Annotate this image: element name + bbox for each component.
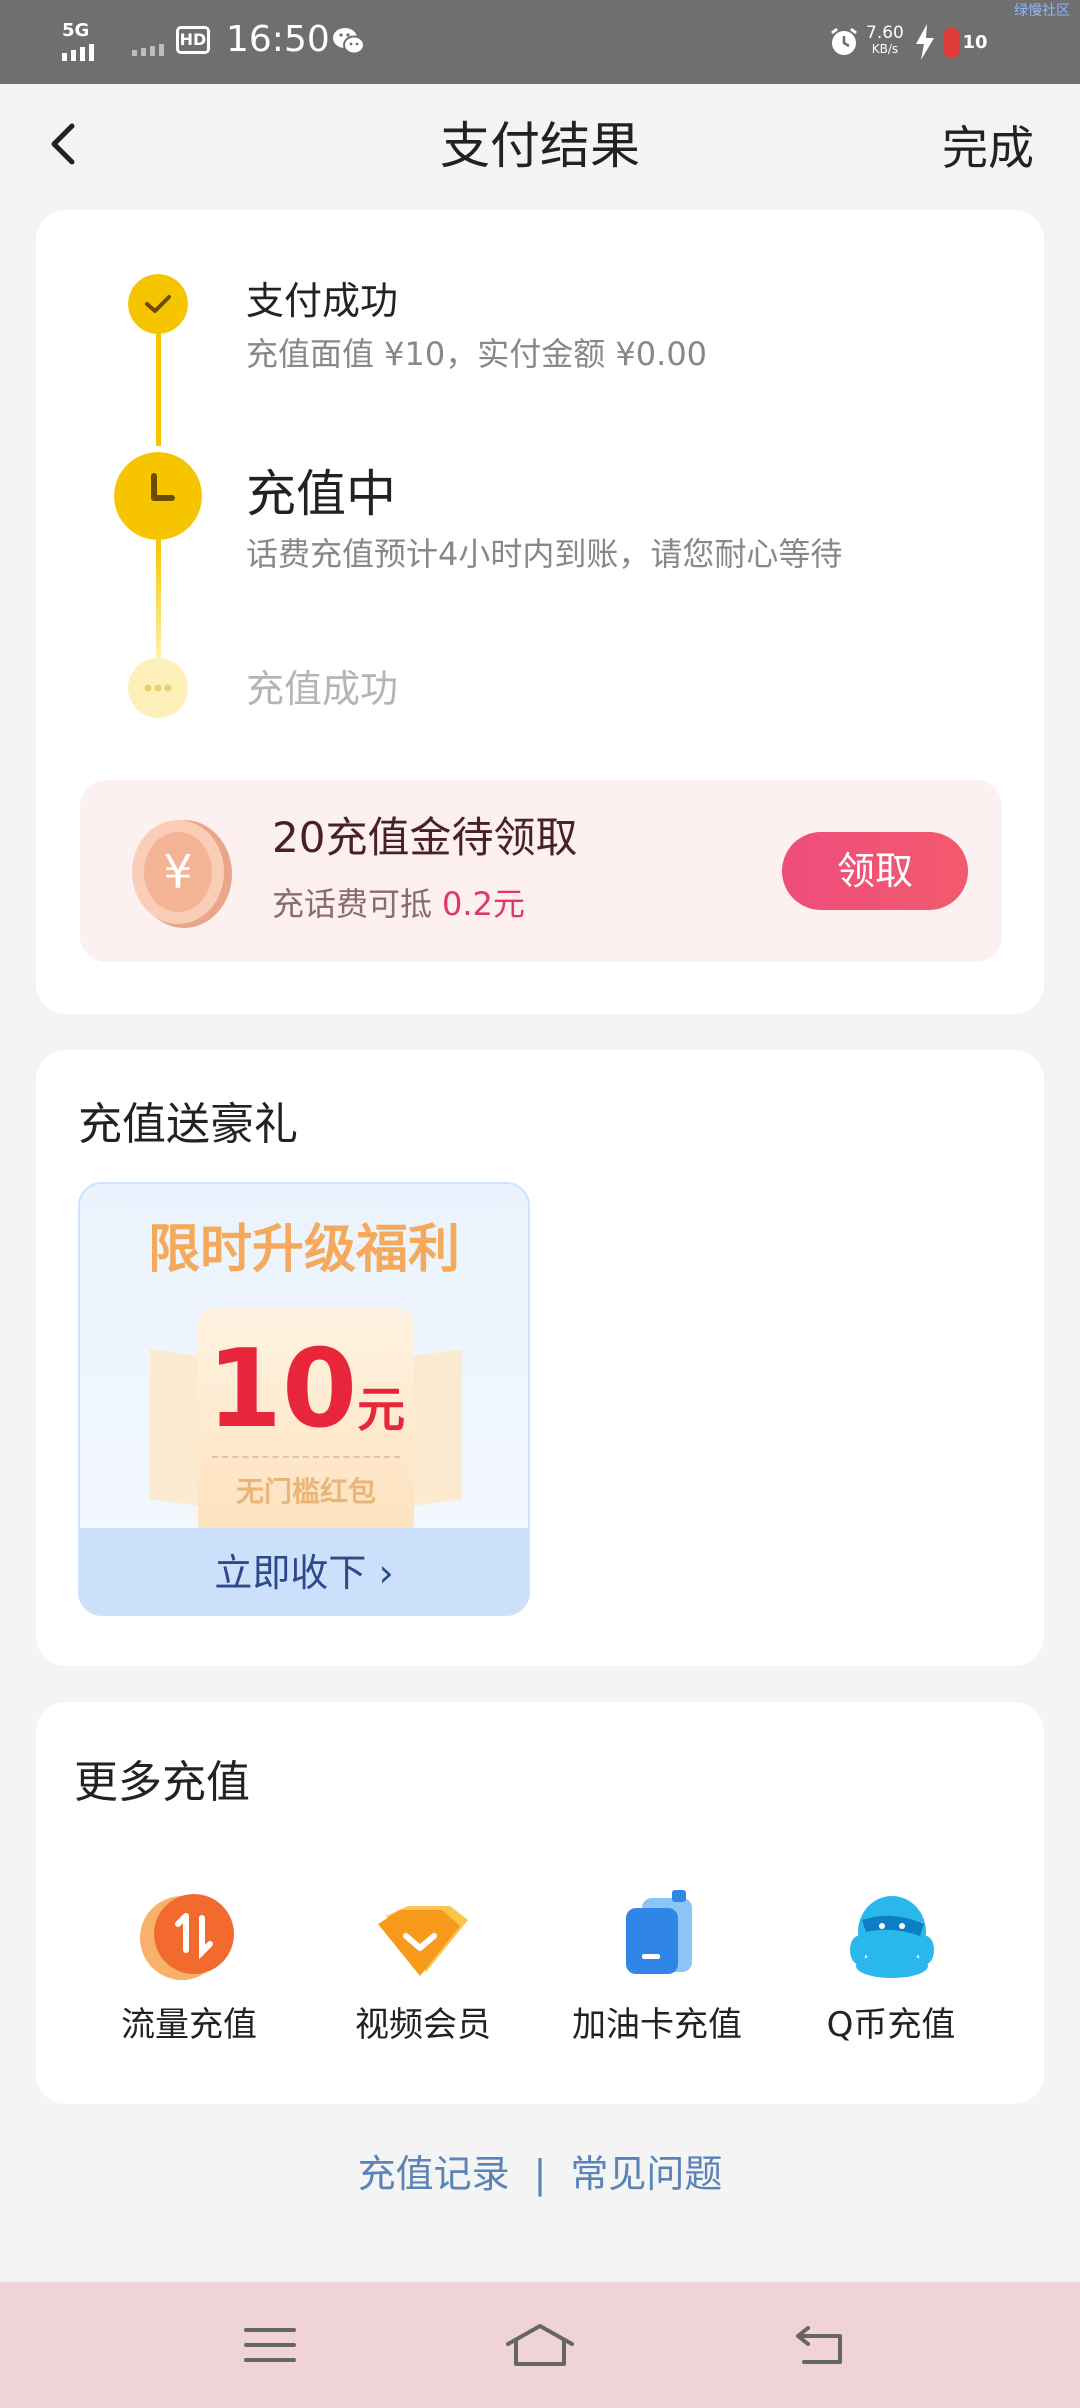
signal-secondary-icon [132, 44, 164, 56]
more-section-title: 更多充值 [74, 1757, 250, 1808]
service-qq-coin[interactable]: Q币充值 [774, 1880, 1008, 2046]
claim-button[interactable]: 领取 [782, 832, 968, 910]
wechat-icon [333, 28, 365, 55]
network-speed: 7.60 KB/s [866, 23, 904, 56]
hd-badge: HD [176, 26, 210, 54]
step-paid-detail: 充值面值 ¥10，实付金额 ¥0.00 [246, 335, 708, 373]
red-packet-ticket: 10元 无门槛红包 [198, 1308, 414, 1538]
reward-subtitle: 充话费可抵 0.2元 [272, 885, 525, 923]
recharge-records-link[interactable]: 充值记录 [358, 2152, 510, 2196]
done-button[interactable]: 完成 [942, 120, 1034, 176]
fuel-card-icon [626, 1890, 692, 1974]
progress-line [156, 330, 161, 446]
clock-icon [114, 452, 202, 540]
signal-icon [62, 44, 94, 61]
step-paid-title: 支付成功 [246, 279, 399, 323]
upgrade-gift-banner[interactable]: 限时升级福利 10元 无门槛红包 立即收下 › [78, 1182, 530, 1616]
page-title: 支付结果 [440, 117, 640, 175]
more-dots-icon [128, 658, 188, 718]
qq-coin-icon [850, 1896, 934, 1978]
reward-title: 20充值金待领取 [272, 813, 578, 862]
link-separator: | [533, 2152, 547, 2196]
progress-line-pending [156, 540, 161, 658]
step-recharging-detail: 话费充值预计4小时内到账，请您耐心等待 [246, 535, 843, 573]
faq-link[interactable]: 常见问题 [570, 2152, 722, 2196]
svg-text:¥: ¥ [163, 845, 192, 899]
service-fuel-card[interactable]: 加油卡充值 [540, 1880, 774, 2046]
battery-indicator: 10 [944, 28, 1006, 58]
corner-watermark: 绿慢社区 [1014, 3, 1070, 19]
service-data-traffic[interactable]: 流量充值 [72, 1880, 306, 2046]
home-icon[interactable] [502, 2320, 578, 2370]
service-video-member[interactable]: 视频会员 [306, 1880, 540, 2046]
nav-bar: 支付结果 完成 [0, 84, 1080, 214]
network-type: 5G [62, 20, 90, 41]
status-bar: 5G HD 16:50 7.60 KB/s 10 绿慢社区 [0, 0, 1080, 84]
gift-tag: 无门槛红包 [235, 1475, 376, 1508]
charging-icon [916, 24, 934, 60]
clock: 16:50 [226, 19, 330, 60]
video-member-icon [378, 1906, 468, 1976]
reward-amount: 0.2元 [442, 885, 525, 923]
coin-icon: ¥ [132, 820, 232, 928]
reward-banner: ¥ 20充值金待领取 充话费可抵 0.2元 领取 [80, 780, 1002, 962]
gift-headline: 限时升级福利 [147, 1220, 460, 1280]
menu-icon[interactable] [240, 2320, 300, 2370]
gift-amount: 10元 [206, 1327, 406, 1452]
accept-gift-button[interactable]: 立即收下 › [80, 1528, 528, 1614]
check-icon [128, 274, 188, 334]
system-nav-bar [0, 2282, 1080, 2408]
data-traffic-icon [140, 1894, 234, 1980]
gift-section-title: 充值送豪礼 [78, 1099, 298, 1150]
back-nav-icon[interactable] [790, 2320, 850, 2370]
alarm-icon [831, 27, 857, 55]
step-success-title: 充值成功 [246, 667, 399, 711]
footer-links: 充值记录 | 常见问题 [0, 2150, 1080, 2198]
step-recharging-title: 充值中 [246, 465, 396, 523]
